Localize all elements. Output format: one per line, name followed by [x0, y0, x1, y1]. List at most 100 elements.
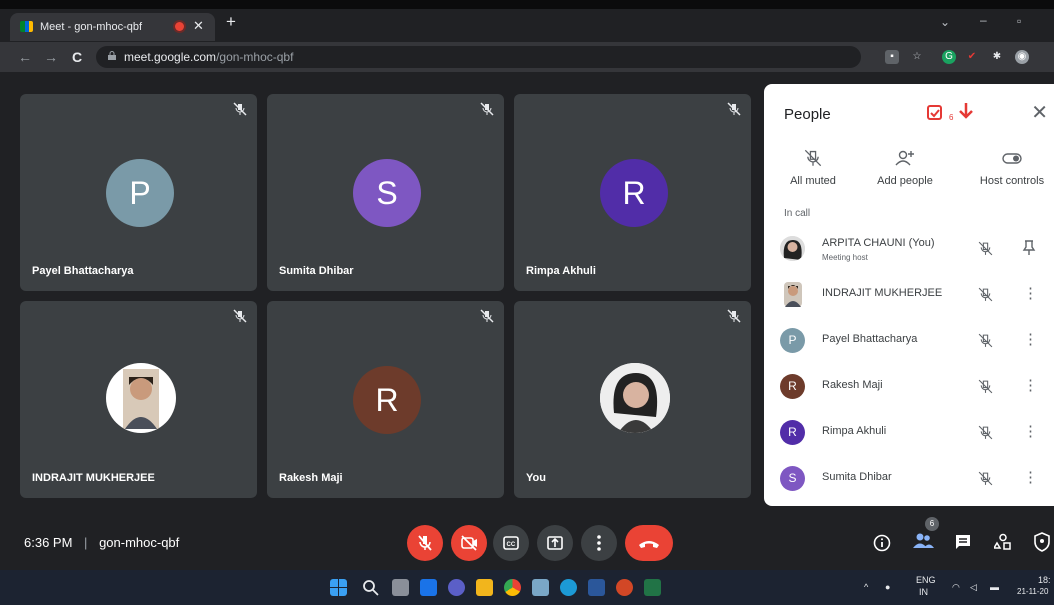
participant-name: Payel Bhattacharya [32, 265, 134, 277]
grammarly-extension-icon[interactable]: G [942, 50, 956, 64]
start-menu-icon[interactable] [330, 579, 347, 596]
badge-count: 6 [949, 113, 954, 122]
browser-tab[interactable]: Meet - gon-mhoc-qbf ✕ [10, 13, 215, 41]
participant-tile[interactable]: R Rimpa Akhuli [514, 94, 751, 291]
mic-off-icon [727, 309, 741, 323]
participant-row[interactable]: ARPITA CHAUNI (You) Meeting host [780, 230, 1050, 270]
avatar: R [780, 374, 805, 399]
more-options-icon[interactable]: ⋮ [1023, 330, 1038, 348]
search-icon[interactable] [362, 579, 379, 596]
all-muted-action[interactable]: All muted [780, 149, 846, 187]
meeting-code: gon-mhoc-qbf [99, 535, 180, 550]
widgets-icon[interactable] [420, 579, 437, 596]
mic-off-icon [978, 379, 993, 394]
profile-avatar-icon[interactable]: ◉ [1015, 50, 1029, 64]
mic-off-icon [233, 102, 247, 116]
meeting-controls-bar: 6:36 PM | gon-mhoc-qbf CC 6 [0, 515, 1054, 570]
present-screen-button[interactable] [537, 525, 573, 561]
microphone-toggle-button[interactable] [407, 525, 443, 561]
checkbox-icon[interactable] [927, 105, 943, 121]
captions-button[interactable]: CC [493, 525, 529, 561]
participant-name: ARPITA CHAUNI (You) [822, 237, 935, 249]
meeting-info: 6:36 PM | gon-mhoc-qbf [24, 535, 179, 550]
excel-icon[interactable] [644, 579, 661, 596]
participant-row[interactable]: INDRAJIT MUKHERJEE ⋮ [780, 276, 1050, 316]
more-options-button[interactable] [581, 525, 617, 561]
participant-role: Meeting host [822, 253, 868, 262]
word-icon[interactable] [588, 579, 605, 596]
teams-chat-icon[interactable] [448, 579, 465, 596]
file-explorer-icon[interactable] [476, 579, 493, 596]
back-icon[interactable]: ← [18, 49, 32, 65]
avatar [784, 282, 802, 307]
add-person-icon [895, 150, 914, 166]
task-view-icon[interactable] [392, 579, 409, 596]
new-tab-icon[interactable]: + [226, 12, 236, 32]
participant-tile[interactable]: P Payel Bhattacharya [20, 94, 257, 291]
toggle-icon [1002, 153, 1022, 164]
avatar: S [353, 159, 421, 227]
check-extension-icon[interactable]: ✔ [965, 50, 979, 64]
more-options-icon[interactable]: ⋮ [1023, 284, 1038, 302]
participant-row[interactable]: R Rakesh Maji ⋮ [780, 368, 1050, 408]
people-panel: People 6 ✕ All muted Add people Host con… [764, 84, 1054, 506]
clock-date: 21-11-20 [1017, 587, 1049, 596]
address-bar: ← → C meet.google.com/gon-mhoc-qbf ▪ ☆ G… [0, 42, 1054, 72]
avatar-photo [106, 363, 176, 433]
camera-icon[interactable]: ▪ [885, 50, 899, 64]
clock-time[interactable]: 18: [1038, 575, 1051, 585]
svg-text:CC: CC [507, 542, 516, 548]
camera-off-icon [461, 535, 477, 551]
more-options-icon[interactable]: ⋮ [1023, 422, 1038, 440]
battery-icon[interactable]: ▬ [990, 582, 999, 592]
url-path: /gon-mhoc-qbf [216, 50, 294, 64]
edge-icon[interactable] [560, 579, 577, 596]
activities-icon[interactable] [994, 533, 1012, 551]
extensions-puzzle-icon[interactable]: ✱ [990, 50, 1004, 64]
participant-tile-self[interactable]: You [514, 301, 751, 498]
camera-toggle-button[interactable] [451, 525, 487, 561]
participant-tile[interactable]: S Sumita Dhibar [267, 94, 504, 291]
participant-name: Rimpa Akhuli [822, 425, 887, 437]
tab-search-icon[interactable]: ⌄ [940, 15, 950, 29]
info-icon[interactable] [873, 534, 891, 552]
url-bar[interactable]: meet.google.com/gon-mhoc-qbf [96, 46, 861, 68]
participant-tile[interactable]: INDRAJIT MUKHERJEE [20, 301, 257, 498]
panel-title: People [784, 106, 831, 123]
close-icon[interactable]: ✕ [1031, 100, 1048, 125]
leave-call-button[interactable] [625, 525, 673, 561]
more-options-icon[interactable]: ⋮ [1023, 376, 1038, 394]
language-indicator[interactable]: ENG [916, 575, 936, 585]
tab-close-icon[interactable]: ✕ [193, 18, 204, 34]
app-icon[interactable] [532, 579, 549, 596]
mic-off-icon [978, 471, 993, 486]
chrome-icon[interactable] [504, 579, 521, 596]
more-options-icon[interactable]: ⋮ [1023, 468, 1038, 486]
minimize-icon[interactable]: – [980, 13, 987, 27]
participant-name: Rakesh Maji [279, 472, 343, 484]
pin-icon[interactable] [1022, 240, 1036, 256]
taskbar: ^ ● ENG IN ◠ ◁ ▬ 18: 21-11-20 [0, 570, 1054, 605]
participant-row[interactable]: S Sumita Dhibar ⋮ [780, 460, 1050, 500]
participant-name: INDRAJIT MUKHERJEE [32, 472, 155, 484]
bookmark-star-icon[interactable]: ☆ [910, 50, 924, 64]
participant-row[interactable]: R Rimpa Akhuli ⋮ [780, 414, 1050, 454]
wifi-icon[interactable]: ◠ [952, 582, 960, 593]
reload-icon[interactable]: C [72, 49, 82, 65]
maximize-icon[interactable]: ▫ [1017, 14, 1021, 28]
host-controls-button[interactable]: Host controls [970, 149, 1054, 187]
tray-overflow-icon[interactable]: ^ [864, 582, 868, 592]
closed-captions-icon: CC [503, 536, 519, 550]
people-button[interactable]: 6 [911, 517, 939, 555]
participant-row[interactable]: P Payel Bhattacharya ⋮ [780, 322, 1050, 362]
people-icon [913, 533, 934, 548]
host-controls-shield-icon[interactable] [1033, 532, 1051, 552]
chat-icon[interactable] [954, 533, 972, 551]
mic-tray-icon: ● [885, 582, 891, 592]
forward-icon[interactable]: → [44, 49, 58, 65]
add-people-button[interactable]: Add people [868, 149, 942, 187]
participant-tile[interactable]: R Rakesh Maji [267, 301, 504, 498]
volume-icon[interactable]: ◁ [970, 582, 977, 593]
recording-icon [175, 22, 184, 31]
powerpoint-icon[interactable] [616, 579, 633, 596]
